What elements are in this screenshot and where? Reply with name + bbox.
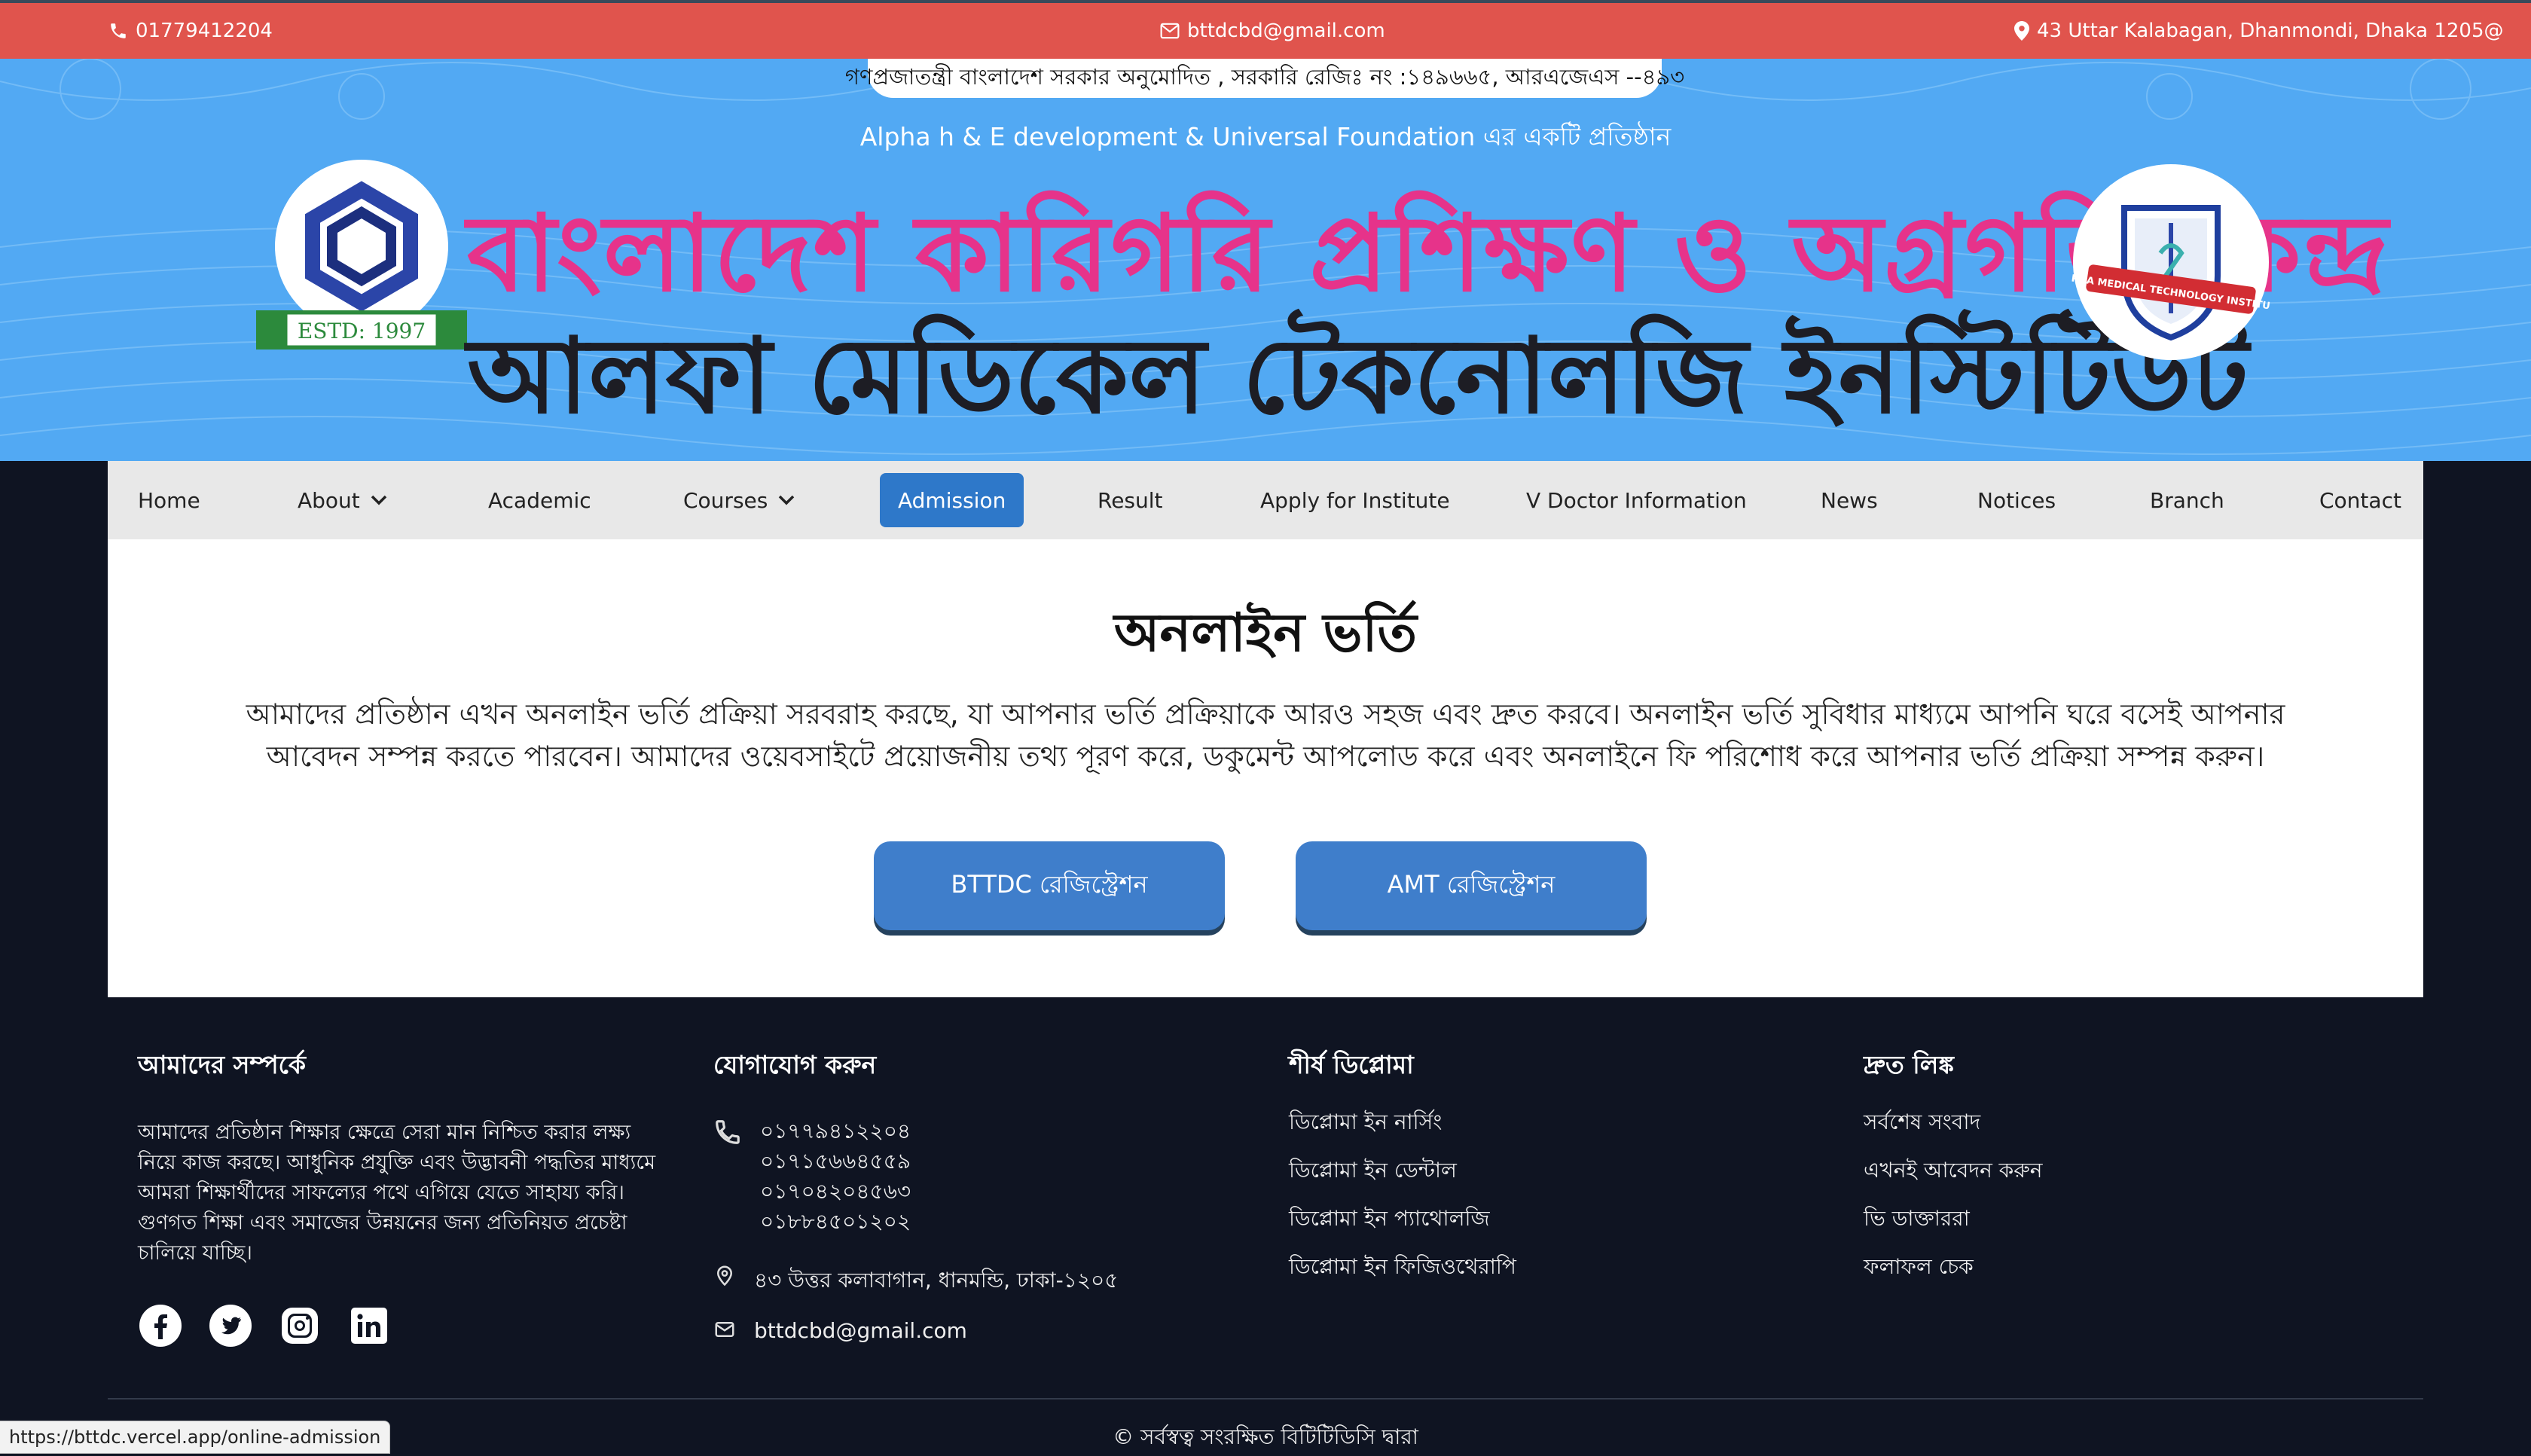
nav-branch-label: Branch [2150,487,2224,513]
top-contact-bar: 01779412204 bttdcbd@gmail.com 43 Uttar K… [0,0,2531,59]
footer-diploma-link[interactable]: ডিপ্লোমা ইন প্যাথোলজি [1289,1202,1490,1238]
phone-icon [716,1120,740,1144]
nav-vdoctor-label: V Doctor Information [1526,487,1747,513]
header-subtitle: Alpha h & E development & Universal Foun… [859,122,1672,151]
topbar-address: 43 Uttar Kalabagan, Dhanmondi, Dhaka 120… [2014,3,2504,59]
logo-estd-text: ESTD: 1997 [298,319,426,343]
topbar-email[interactable]: bttdcbd@gmail.com [1160,3,1385,59]
footer-address-text: ৪৩ উত্তর কলাবাগান, ধানমন্ডি, ঢাকা-১২০৫ [754,1268,1119,1293]
footer-quick-links-title: দ্রুত লিঙ্ক [1864,1050,1954,1079]
footer-diploma-link[interactable]: ডিপ্লোমা ইন ফিজিওথেরাপি [1289,1250,1516,1286]
nav-notices[interactable]: Notices [1977,461,2056,539]
mail-icon [1160,23,1180,39]
nav-contact[interactable]: Contact [2319,461,2401,539]
footer-divider [108,1398,2423,1400]
linkedin-icon[interactable] [347,1303,392,1348]
topbar-phone-text: 01779412204 [136,20,273,42]
location-pin-icon [2014,21,2029,41]
nav-apply-label: Apply for Institute [1260,487,1450,513]
topbar-email-text: bttdcbd@gmail.com [1187,20,1385,42]
admission-intro-text: আমাদের প্রতিষ্ঠান এখন অনলাইন ভর্তি প্রক্… [246,697,2285,773]
footer-phone-list: ০১৭৭৯৪১২২০৪ ০১৭১৫৬৬৪৫৫৯ ০১৭০৪২০৪৫৬৩ ০১৮৮… [713,1118,911,1235]
footer-quick-link[interactable]: ভি ডাক্তাররা [1864,1202,1970,1238]
govt-approval-notice: গণপ্রজাতন্ত্রী বাংলাদেশ সরকার অনুমোদিত ,… [845,59,1684,98]
chevron-down-icon [371,495,387,505]
footer-email-text: bttdcbd@gmail.com [754,1318,967,1343]
footer-diploma-title: শীর্ষ ডিপ্লোমা [1289,1050,1414,1079]
institute-logo-right[interactable]: ALPHA MEDICAL TECHNOLOGY INSTITUTE [2072,163,2270,362]
online-admission-section: অনলাইন ভর্তি আমাদের প্রতিষ্ঠান এখন অনলাই… [108,539,2423,997]
nav-apply-for-institute[interactable]: Apply for Institute [1260,461,1450,539]
nav-v-doctor-information[interactable]: V Doctor Information [1526,461,1747,539]
footer-phone-4[interactable]: ০১৮৮৪৫০১২০২ [760,1208,911,1235]
site-footer: আমাদের সম্পর্কে আমাদের প্রতিষ্ঠান শিক্ষা… [0,997,2531,1452]
browser-status-url: https://bttdc.vercel.app/online-admissio… [0,1421,391,1454]
nav-courses[interactable]: Courses [683,461,795,539]
institute-logo-left[interactable]: ESTD: 1997 [256,160,467,356]
footer-about-title: আমাদের সম্পর্কে [138,1050,307,1079]
nav-result[interactable]: Result [1098,461,1163,539]
nav-admission-label: Admission [898,487,1006,513]
nav-admission[interactable]: Admission [880,473,1024,527]
instagram-icon[interactable] [277,1303,322,1348]
footer-phone-1[interactable]: ০১৭৭৯৪১২২০৪ [760,1118,911,1145]
footer-phone-3[interactable]: ০১৭০৪২০৪৫৬৩ [760,1178,911,1205]
mail-icon [715,1322,734,1337]
footer-about-text: আমাদের প্রতিষ্ঠান শিক্ষার ক্ষেত্রে সেরা … [138,1121,656,1265]
footer-quick-link[interactable]: এখনই আবেদন করুন [1864,1154,2042,1189]
footer-contact-title: যোগাযোগ করুন [713,1050,877,1079]
nav-result-label: Result [1098,487,1163,513]
header-banner: গণপ্রজাতন্ত্রী বাংলাদেশ সরকার অনুমোদিত ,… [0,59,2531,461]
page-title: অনলাইন ভর্তি [1113,602,1418,664]
nav-academic[interactable]: Academic [488,461,591,539]
bttdc-registration-button[interactable]: BTTDC রেজিস্ট্রেশন [874,841,1225,930]
topbar-address-text: 43 Uttar Kalabagan, Dhanmondi, Dhaka 120… [2037,20,2504,42]
nav-news[interactable]: News [1821,461,1878,539]
twitter-icon[interactable] [208,1303,253,1348]
footer-quick-link[interactable]: সর্বশেষ সংবাদ [1864,1106,1980,1141]
chevron-down-icon [779,495,795,505]
nav-contact-label: Contact [2319,487,2401,513]
phone-icon [111,23,126,38]
institute-title-alpha: আলফা মেডিকেল টেকনোলজি ইনস্টিটিউট [467,314,2249,437]
footer-diploma-link[interactable]: ডিপ্লোমা ইন নার্সিং [1289,1106,1442,1141]
main-navigation: Home About Academic Courses Admission Re… [108,461,2423,539]
footer-diploma-link[interactable]: ডিপ্লোমা ইন ডেন্টাল [1289,1154,1457,1189]
footer-address: ৪৩ উত্তর কলাবাগান, ধানমন্ডি, ঢাকা-১২০৫ [713,1264,1118,1299]
footer-email[interactable]: bttdcbd@gmail.com [713,1318,967,1343]
topbar-phone[interactable]: 01779412204 [108,3,273,59]
amt-registration-button[interactable]: AMT রেজিস্ট্রেশন [1296,841,1647,930]
nav-about-label: About [298,487,360,513]
facebook-icon[interactable] [138,1303,183,1348]
footer-phone-2[interactable]: ০১৭১৫৬৬৪৫৫৯ [760,1148,911,1175]
location-pin-icon [716,1265,733,1287]
nav-news-label: News [1821,487,1878,513]
nav-academic-label: Academic [488,487,591,513]
nav-courses-label: Courses [683,487,768,513]
nav-home[interactable]: Home [138,461,200,539]
nav-about[interactable]: About [298,461,387,539]
nav-home-label: Home [138,487,200,513]
nav-notices-label: Notices [1977,487,2056,513]
nav-branch[interactable]: Branch [2150,461,2224,539]
footer-quick-link[interactable]: ফলাফল চেক [1864,1250,1974,1286]
